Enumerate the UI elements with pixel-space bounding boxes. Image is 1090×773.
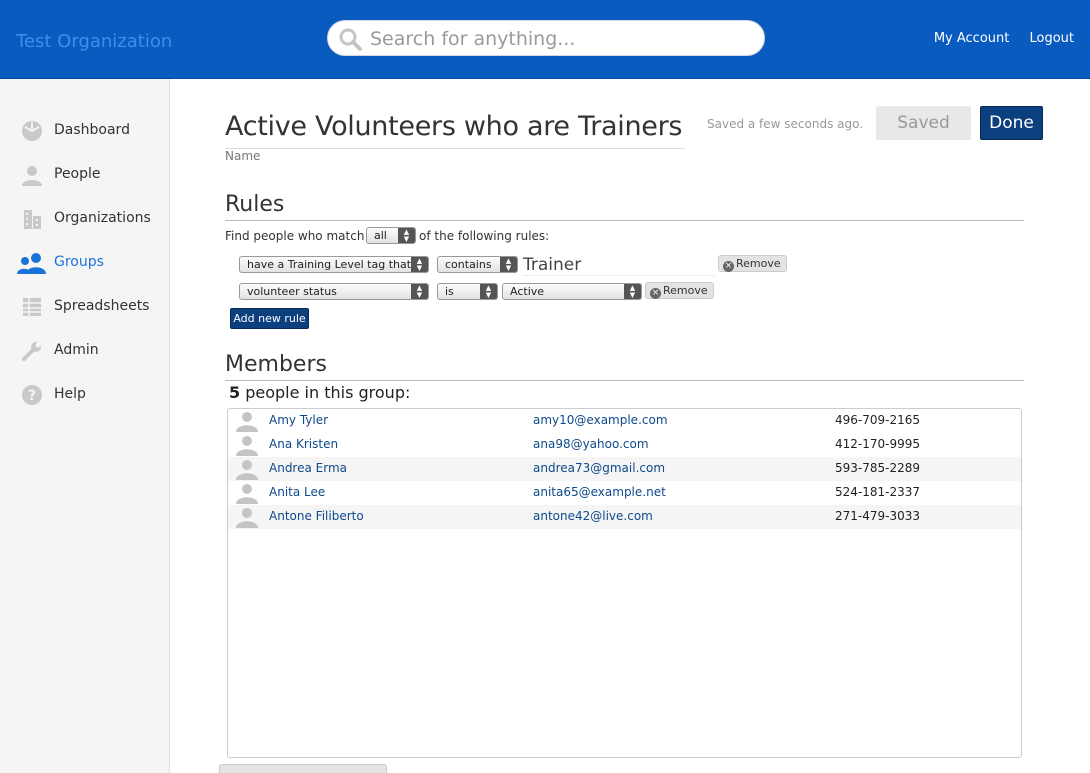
member-name-link[interactable]: Antone Filiberto (269, 509, 364, 523)
avatar (236, 412, 258, 432)
member-email-link[interactable]: anita65@example.net (533, 485, 666, 499)
table-row[interactable]: Amy Tyler amy10@example.com 496-709-2165 (228, 409, 1021, 433)
rule-1-value-input[interactable]: Trainer (523, 255, 715, 276)
remove-icon: × (650, 288, 661, 299)
member-email-link[interactable]: ana98@yahoo.com (533, 437, 649, 451)
bottom-toolbar-stub[interactable] (219, 764, 387, 773)
members-list: Amy Tyler amy10@example.com 496-709-2165… (227, 408, 1022, 758)
table-row[interactable]: Ana Kristen ana98@yahoo.com 412-170-9995 (228, 433, 1021, 457)
rule-1-field-value: have a Training Level tag that (247, 258, 412, 271)
member-phone: 593-785-2289 (835, 461, 921, 475)
rule-2-remove-button[interactable]: × Remove (645, 282, 714, 299)
member-phone: 271-479-3033 (835, 509, 921, 523)
svg-text:?: ? (28, 388, 36, 404)
remove-label: Remove (663, 284, 708, 297)
member-email-link[interactable]: amy10@example.com (533, 413, 668, 427)
select-arrows-icon: ▲ ▼ (411, 257, 428, 272)
main-content: Active Volunteers who are Trainers Name … (170, 79, 1090, 773)
members-heading: Members (225, 352, 1024, 381)
saved-status: Saved a few seconds ago. (707, 117, 864, 131)
select-arrows-icon: ▲ ▼ (624, 284, 641, 299)
select-arrows-icon: ▲ ▼ (411, 284, 428, 299)
sidebar-item-dashboard[interactable]: Dashboard (0, 112, 170, 152)
rule-2-value: Active (510, 285, 545, 298)
sidebar-item-organizations[interactable]: Organizations (0, 200, 170, 240)
rule-2-field-select[interactable]: volunteer status ▲ ▼ (239, 283, 429, 300)
saved-button[interactable]: Saved (876, 106, 971, 140)
table-row[interactable]: Andrea Erma andrea73@gmail.com 593-785-2… (228, 457, 1021, 481)
wrench-icon (22, 342, 41, 361)
avatar (236, 484, 258, 504)
table-row[interactable]: Antone Filiberto antone42@live.com 271-4… (228, 505, 1021, 529)
search-icon (339, 28, 362, 51)
rule-1-operator-select[interactable]: contains ▲ ▼ (437, 256, 518, 273)
rule-2-operator-value: is (445, 285, 454, 298)
rule-1-operator-value: contains (445, 258, 492, 271)
table-row[interactable]: Anita Lee anita65@example.net 524-181-23… (228, 481, 1021, 505)
help-icon: ? (22, 385, 42, 405)
match-select[interactable]: all ▲ ▼ (366, 227, 416, 244)
rules-heading: Rules (225, 192, 1024, 221)
logout-link[interactable]: Logout (1029, 31, 1074, 46)
rule-1-remove-button[interactable]: × Remove (718, 255, 787, 272)
rule-2-value-select[interactable]: Active ▲ ▼ (502, 283, 642, 300)
my-account-link[interactable]: My Account (934, 31, 1010, 46)
member-count-number: 5 (229, 383, 241, 402)
select-arrows-icon: ▲ ▼ (480, 284, 497, 299)
search-input[interactable] (370, 26, 750, 52)
avatar (236, 460, 258, 480)
match-select-value: all (374, 229, 387, 242)
sidebar-item-people[interactable]: People (0, 156, 170, 196)
match-suffix: of the following rules: (419, 229, 550, 243)
spreadsheet-icon (23, 298, 41, 316)
building-icon (24, 210, 41, 229)
rule-1-field-select[interactable]: have a Training Level tag that ▲ ▼ (239, 256, 429, 273)
sidebar-item-label: Organizations (54, 210, 151, 226)
select-arrows-icon: ▲ ▼ (398, 228, 415, 243)
rule-2-operator-select[interactable]: is ▲ ▼ (437, 283, 498, 300)
sidebar-item-label: People (54, 166, 101, 182)
sidebar-item-admin[interactable]: Admin (0, 332, 170, 372)
member-name-link[interactable]: Andrea Erma (269, 461, 347, 475)
member-phone: 412-170-9995 (835, 437, 921, 451)
remove-label: Remove (736, 257, 781, 270)
match-prefix: Find people who match (225, 229, 365, 243)
account-links: My Account Logout (918, 31, 1074, 46)
member-phone: 524-181-2337 (835, 485, 921, 499)
avatar (236, 508, 258, 528)
member-name-link[interactable]: Ana Kristen (269, 437, 338, 451)
sidebar-item-help[interactable]: ? Help (0, 376, 170, 416)
sidebar-item-spreadsheets[interactable]: Spreadsheets (0, 288, 170, 328)
member-phone: 496-709-2165 (835, 413, 921, 427)
done-button[interactable]: Done (980, 106, 1043, 140)
add-rule-button[interactable]: Add new rule (230, 308, 309, 329)
member-count: 5 people in this group: (229, 383, 410, 402)
group-icon (17, 253, 46, 274)
search-box[interactable] (327, 20, 765, 56)
avatar (236, 436, 258, 456)
sidebar-item-label: Dashboard (54, 122, 130, 138)
sidebar: Dashboard People Organizations Groups Sp… (0, 79, 170, 773)
member-email-link[interactable]: andrea73@gmail.com (533, 461, 665, 475)
member-name-link[interactable]: Anita Lee (269, 485, 325, 499)
organization-name[interactable]: Test Organization (16, 31, 172, 52)
dashboard-icon (22, 121, 42, 141)
remove-icon: × (723, 261, 734, 272)
name-caption: Name (225, 149, 261, 163)
sidebar-item-label: Admin (54, 342, 99, 358)
sidebar-item-label: Spreadsheets (54, 298, 150, 314)
sidebar-item-label: Groups (54, 254, 104, 270)
select-arrows-icon: ▲ ▼ (500, 257, 517, 272)
sidebar-item-groups[interactable]: Groups (0, 244, 170, 284)
group-name-input[interactable]: Active Volunteers who are Trainers (225, 111, 685, 149)
member-name-link[interactable]: Amy Tyler (269, 413, 328, 427)
sidebar-item-label: Help (54, 386, 86, 402)
rule-2-field-value: volunteer status (247, 285, 337, 298)
match-line: Find people who match (225, 229, 364, 243)
member-count-label: people in this group: (245, 383, 411, 402)
person-icon (22, 166, 42, 186)
top-bar: Test Organization My Account Logout (0, 0, 1090, 79)
member-email-link[interactable]: antone42@live.com (533, 509, 653, 523)
